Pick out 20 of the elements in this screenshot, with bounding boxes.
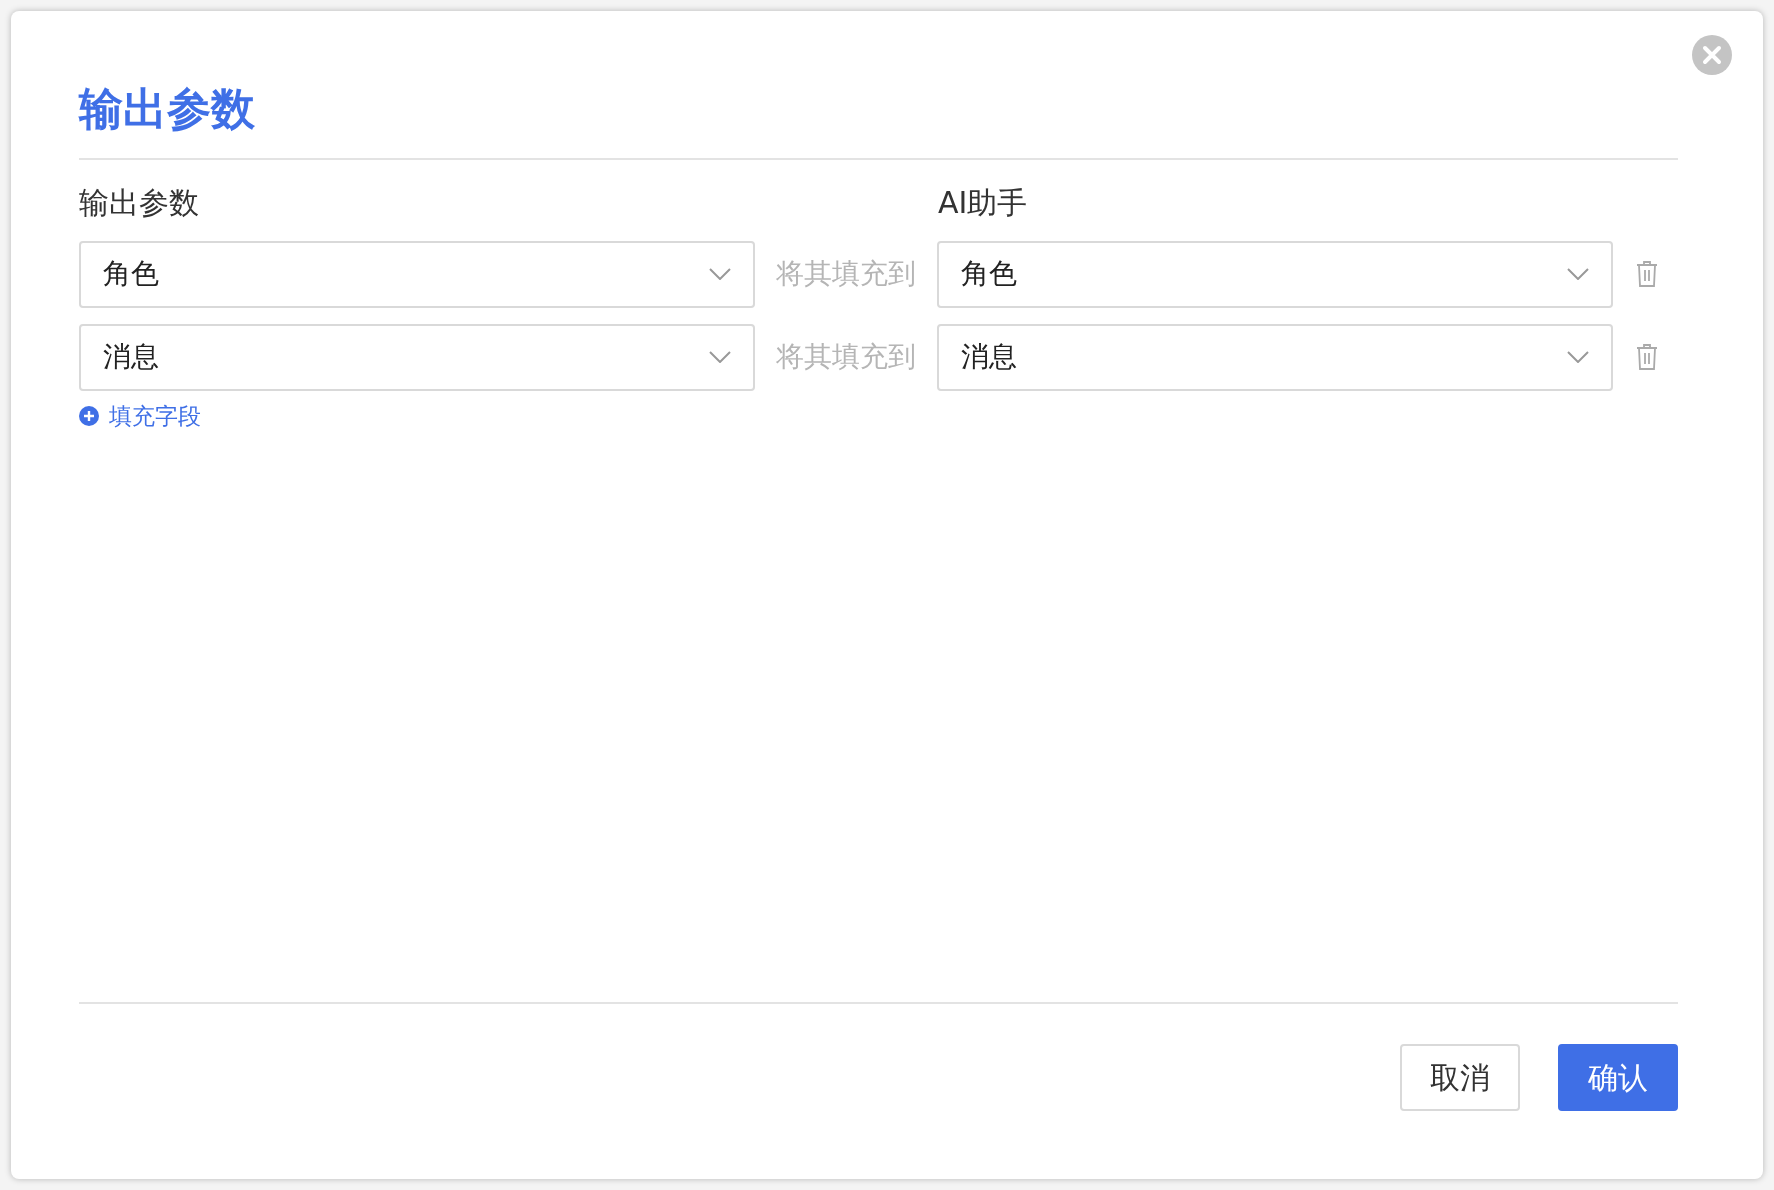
column-label: 输出参数 xyxy=(79,183,200,222)
delete-button[interactable] xyxy=(1635,260,1659,289)
chevron-down-icon xyxy=(1567,351,1589,364)
plus-circle-icon xyxy=(79,406,99,427)
column-label: AI助手 xyxy=(938,183,1028,222)
cancel-button[interactable]: 取消 xyxy=(1400,1044,1520,1111)
chevron-down-icon xyxy=(709,351,731,364)
select-field[interactable]: 角色 xyxy=(79,240,755,308)
add-field-link[interactable]: 填充字段 xyxy=(79,398,201,434)
chevron-down-icon xyxy=(1567,268,1589,281)
select-field[interactable]: 角色 xyxy=(937,240,1613,308)
select-field[interactable]: 消息 xyxy=(937,323,1613,391)
close-button[interactable] xyxy=(1691,34,1733,76)
confirm-button[interactable]: 确认 xyxy=(1558,1044,1678,1111)
dialog-title: 输出参数 xyxy=(79,83,256,136)
connector-label: 将其填充到 xyxy=(775,256,917,293)
select-field[interactable]: 消息 xyxy=(79,323,755,391)
connector-label: 将其填充到 xyxy=(775,339,917,376)
chevron-down-icon xyxy=(709,268,731,281)
delete-button[interactable] xyxy=(1635,343,1659,372)
